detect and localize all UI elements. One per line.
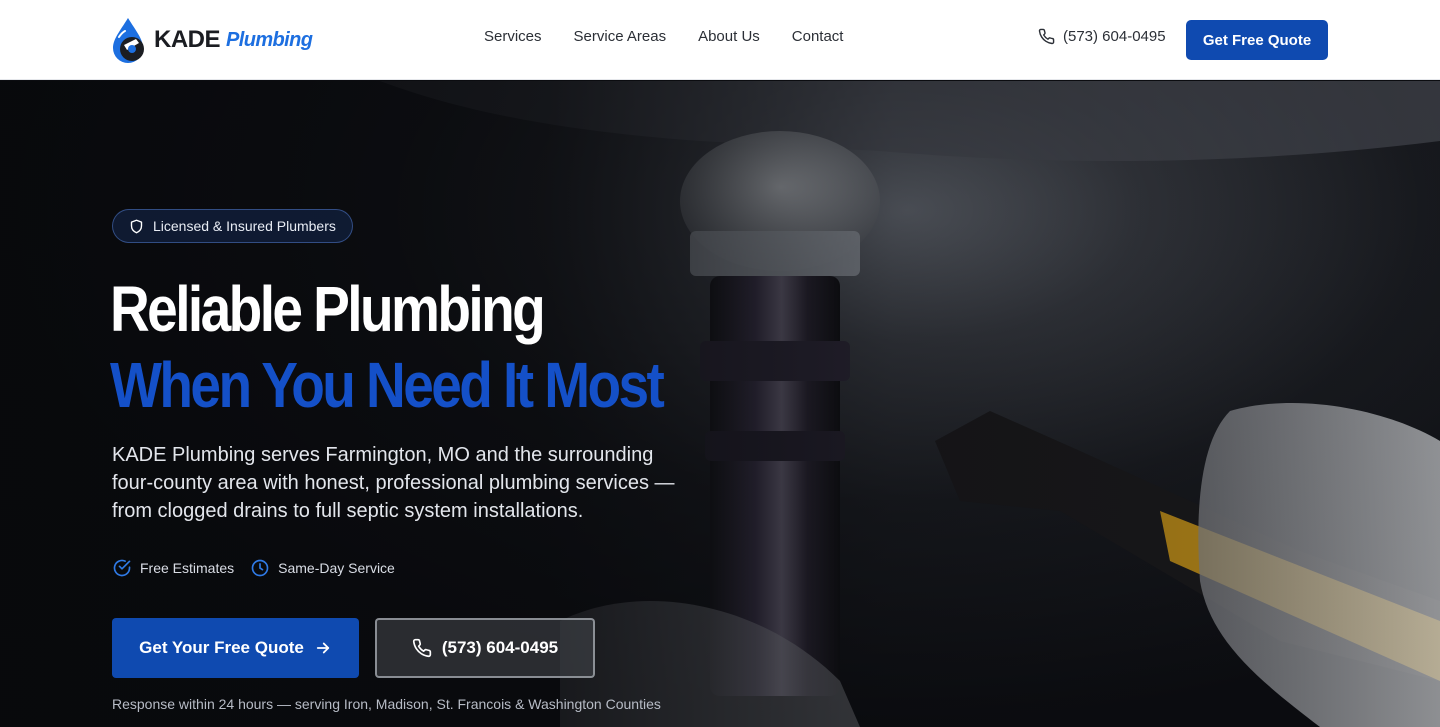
cta-primary-label: Get Your Free Quote [139,638,304,657]
feature-same-day-service: Same-Day Service [250,558,395,578]
water-drop-wrench-icon [113,18,144,63]
shield-icon [130,219,143,233]
phone-icon [412,638,432,658]
hero-section: Licensed & Insured Plumbers Reliable Plu… [0,81,1440,727]
check-circle-icon [113,559,131,577]
hero-lead-text: KADE Plumbing serves Farmington, MO and … [112,444,675,522]
badge-label: Licensed & Insured Plumbers [153,218,336,234]
feature-free-estimates: Free Estimates [112,558,234,578]
get-free-quote-button[interactable]: Get Free Quote [1186,20,1328,60]
main-nav: Services Service Areas About Us Contact [484,28,843,45]
clock-icon [251,559,269,577]
phone-icon [1038,28,1055,45]
brand-logo[interactable]: KADE Plumbing [110,15,313,65]
nav-item-services[interactable]: Services [484,28,542,45]
call-phone-button[interactable]: (573) 604-0495 [375,618,595,678]
header-phone-number: (573) 604-0495 [1063,28,1166,45]
get-your-free-quote-button[interactable]: Get Your Free Quote [112,618,359,678]
hero-heading-line-1: Reliable Plumbing [110,273,546,345]
cta-secondary-label: (573) 604-0495 [441,638,559,657]
nav-item-service-areas[interactable]: Service Areas [574,28,667,45]
brand-name: KADE [154,26,221,53]
brand-tagline: Plumbing [226,28,313,51]
header-phone-link[interactable]: (573) 604-0495 [1038,28,1166,45]
licensed-badge: Licensed & Insured Plumbers [112,209,353,243]
feature-label: Same-Day Service [278,560,395,576]
feature-label: Free Estimates [140,560,235,576]
nav-item-about-us[interactable]: About Us [698,28,760,45]
hero-heading: Reliable Plumbing When You Need It Most [110,271,665,423]
response-note: Response within 24 hours — serving Iron,… [112,696,661,712]
arrow-right-icon [316,642,329,654]
nav-item-contact[interactable]: Contact [792,28,844,45]
hero-heading-line-2: When You Need It Most [110,349,665,421]
hero-features: Free Estimates Same-Day Service [112,558,395,578]
site-header: KADE Plumbing Services Service Areas Abo… [0,0,1440,80]
